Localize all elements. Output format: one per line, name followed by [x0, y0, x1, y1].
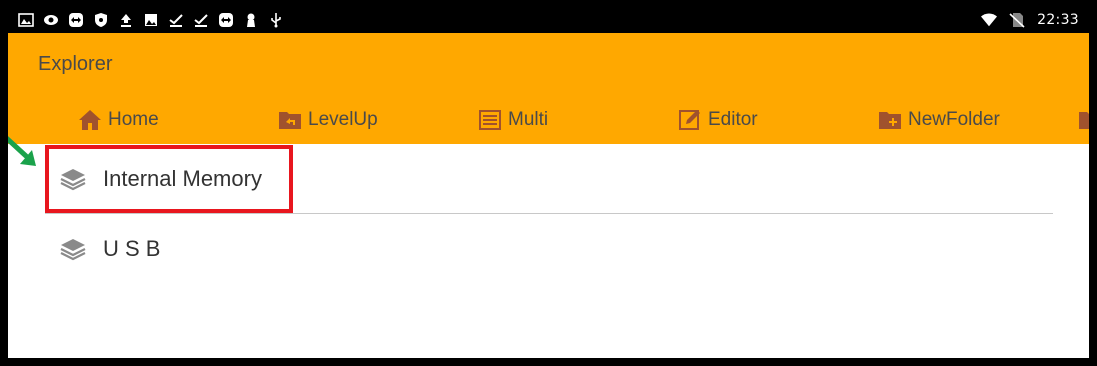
no-sim-icon: [1009, 12, 1025, 28]
multi-select-icon: [478, 109, 502, 131]
app-title: Explorer: [38, 53, 113, 75]
teamviewer-icon: [68, 12, 84, 28]
check-icon: [168, 12, 184, 28]
device-screen: 22:33 Explorer Home LevelUp Multi Editor…: [8, 8, 1089, 358]
pointer-arrow-icon: [8, 136, 36, 166]
levelup-button[interactable]: LevelUp: [278, 105, 378, 135]
wifi-icon: [981, 12, 998, 28]
image-icon: [143, 12, 159, 28]
eye-icon: [43, 12, 59, 28]
storage-stack-icon: [60, 167, 86, 191]
storage-stack-icon: [60, 237, 86, 261]
usb-label: U S B: [103, 236, 161, 261]
list-item-usb[interactable]: U S B: [8, 214, 1089, 284]
gallery-icon: [18, 12, 34, 28]
status-right: 22:33: [981, 12, 1079, 28]
edit-icon: [678, 109, 702, 131]
multi-button[interactable]: Multi: [478, 105, 548, 135]
home-button[interactable]: Home: [78, 105, 159, 135]
new-folder-icon: [878, 109, 902, 131]
home-icon: [78, 109, 102, 131]
folder-icon: [1078, 109, 1089, 131]
app-bar: Explorer Home LevelUp Multi Editor NewFo…: [8, 33, 1089, 144]
folder-up-icon: [278, 109, 302, 131]
toolbar: Home LevelUp Multi Editor NewFolder: [8, 105, 1089, 135]
shield-icon: [93, 12, 109, 28]
editor-label: Editor: [708, 109, 758, 130]
status-time: 22:33: [1037, 12, 1079, 28]
list-item-internal-memory[interactable]: Internal Memory: [8, 144, 1089, 214]
storage-list: Internal Memory U S B: [8, 144, 1089, 284]
status-bar: 22:33: [8, 8, 1089, 33]
check-icon: [193, 12, 209, 28]
usb-icon: [268, 12, 284, 28]
internal-memory-label: Internal Memory: [103, 166, 262, 191]
multi-label: Multi: [508, 109, 549, 130]
newfolder-label: NewFolder: [908, 109, 1000, 130]
keyhole-icon: [243, 12, 259, 28]
levelup-label: LevelUp: [308, 109, 378, 130]
notification-icons: [18, 12, 284, 28]
editor-button[interactable]: Editor: [678, 105, 758, 135]
home-label: Home: [108, 109, 159, 130]
newfolder-button[interactable]: NewFolder: [878, 105, 1000, 135]
upload-icon: [118, 12, 134, 28]
overflow-toolbar-item[interactable]: [1078, 105, 1089, 135]
teamviewer-icon: [218, 12, 234, 28]
